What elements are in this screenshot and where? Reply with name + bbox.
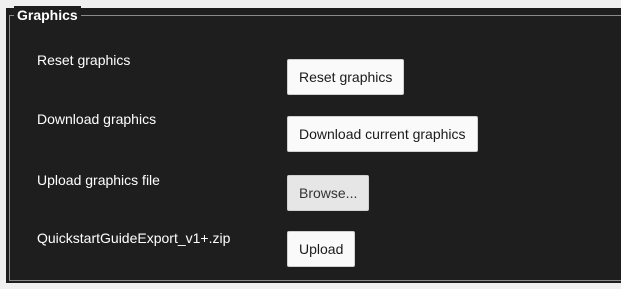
group-title: Graphics xyxy=(14,6,81,24)
download-current-graphics-button[interactable]: Download current graphics xyxy=(287,116,478,152)
reset-graphics-button[interactable]: Reset graphics xyxy=(287,59,405,95)
browse-button[interactable]: Browse... xyxy=(287,175,370,211)
upload-graphics-file-label: Upload graphics file xyxy=(37,172,160,188)
upload-button[interactable]: Upload xyxy=(287,231,356,267)
download-graphics-label: Download graphics xyxy=(37,111,157,127)
selected-file-name: QuickstartGuideExport_v1+.zip xyxy=(37,230,231,246)
reset-graphics-label: Reset graphics xyxy=(37,52,131,68)
